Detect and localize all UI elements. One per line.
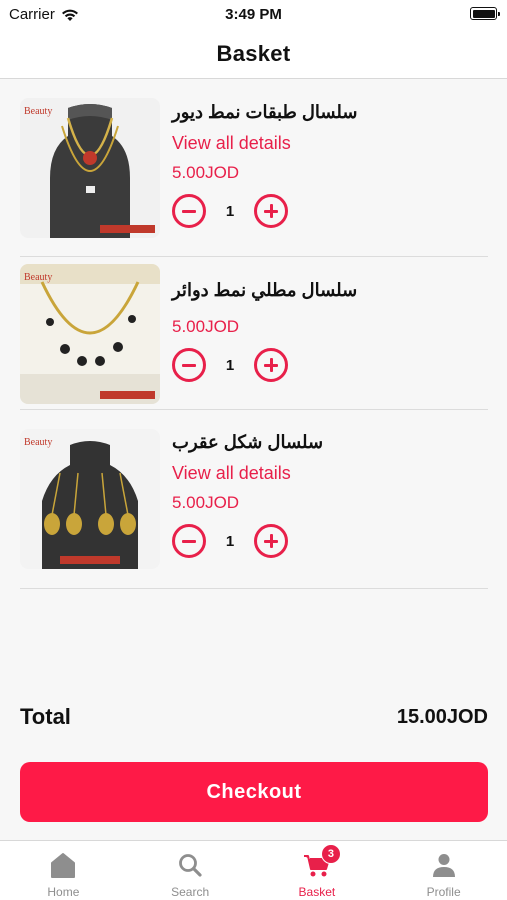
cart-count-badge: 3 — [320, 844, 341, 864]
product-image[interactable]: Beauty — [20, 429, 160, 569]
product-image[interactable]: Beauty — [20, 98, 160, 238]
quantity-stepper: 1 — [172, 348, 488, 382]
tab-label: Home — [47, 885, 80, 899]
product-image[interactable]: Beauty — [20, 264, 160, 404]
quantity-value: 1 — [225, 356, 235, 374]
total-row: Total 15.00JOD — [20, 704, 488, 730]
quantity-stepper: 1 — [172, 524, 488, 558]
increase-quantity-button[interactable] — [254, 348, 288, 382]
svg-text:Beauty: Beauty — [24, 437, 52, 448]
cart-item: Beauty سلسال شكل عقرب View all details 5… — [20, 410, 488, 589]
navigation-bar: Basket — [0, 30, 507, 79]
minus-icon — [182, 363, 196, 367]
product-price: 5.00JOD — [172, 317, 240, 336]
tab-basket[interactable]: 3 Basket — [254, 841, 381, 900]
home-icon — [49, 851, 77, 879]
svg-text:Beauty: Beauty — [24, 106, 52, 117]
status-bar: Carrier 3:49 PM — [0, 0, 507, 30]
quantity-value: 1 — [225, 202, 235, 220]
quantity-stepper: 1 — [172, 194, 488, 228]
svg-text:Beauty: Beauty — [24, 272, 52, 283]
view-details-link[interactable]: View all details — [172, 132, 488, 154]
increase-quantity-button[interactable] — [254, 194, 288, 228]
battery-icon — [470, 7, 500, 20]
cart-item-list: Beauty سلسال طبقات نمط ديور View all det… — [20, 80, 488, 589]
decrease-quantity-button[interactable] — [172, 348, 206, 382]
product-name: سلسال طبقات نمط ديور — [172, 102, 358, 122]
total-value: 15.00JOD — [396, 705, 488, 728]
tab-label: Profile — [426, 885, 461, 899]
product-price: 5.00JOD — [172, 163, 240, 182]
status-time: 3:49 PM — [225, 6, 282, 23]
tab-home[interactable]: Home — [0, 841, 127, 900]
tab-label: Basket — [298, 885, 336, 899]
search-icon — [176, 851, 204, 879]
product-name: سلسال شكل عقرب — [172, 432, 324, 452]
product-price: 5.00JOD — [172, 493, 240, 512]
decrease-quantity-button[interactable] — [172, 194, 206, 228]
checkout-button[interactable]: Checkout — [20, 762, 488, 822]
quantity-value: 1 — [225, 532, 235, 550]
tab-label: Search — [171, 885, 210, 899]
product-name: سلسال مطلي نمط دوائر — [172, 280, 358, 300]
profile-icon — [430, 851, 458, 879]
minus-icon — [182, 539, 196, 543]
cart-icon: 3 — [303, 844, 341, 879]
tab-profile[interactable]: Profile — [380, 841, 507, 900]
cart-item: Beauty سلسال مطلي نمط دوائر 5.00JOD 1 — [20, 257, 488, 410]
minus-icon — [182, 209, 196, 213]
total-label: Total — [20, 704, 71, 729]
cart-item: Beauty سلسال طبقات نمط ديور View all det… — [20, 80, 488, 257]
increase-quantity-button[interactable] — [254, 524, 288, 558]
tab-bar: Home Search 3 Basket Profile — [0, 840, 507, 900]
tab-search[interactable]: Search — [127, 841, 254, 900]
decrease-quantity-button[interactable] — [172, 524, 206, 558]
page-title: Basket — [216, 41, 291, 66]
view-details-link[interactable]: View all details — [172, 462, 488, 484]
